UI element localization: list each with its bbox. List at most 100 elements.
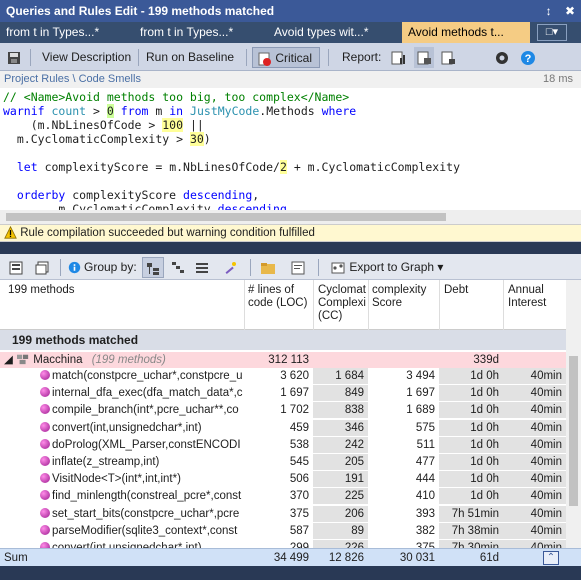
column-header-loc[interactable]: # lines of code (LOC) <box>248 284 310 310</box>
collapse-sum-button[interactable]: ⌃ <box>543 551 559 565</box>
table-row[interactable]: VisitNode<T>(int*,int,int*) 506 191 444 1d 0… <box>0 471 566 488</box>
method-icon <box>40 507 50 518</box>
column-header-name[interactable]: 199 methods <box>8 284 240 297</box>
code-text: .Methods <box>259 104 322 118</box>
code-text: , <box>252 188 260 202</box>
assembly-icon <box>17 354 29 365</box>
cell-debt: 7h 30min <box>439 540 503 548</box>
method-name: compile_branch(int*,pcre_uchar**,co <box>52 404 239 417</box>
cell-score: 382 <box>415 524 435 537</box>
view-description-button[interactable]: View Description <box>42 47 131 68</box>
column-divider[interactable] <box>439 280 440 330</box>
group-by-flat-button[interactable] <box>194 257 210 278</box>
results-toolbar: Group by: Export to Graph ▾ <box>0 254 581 280</box>
save-button[interactable] <box>6 47 22 68</box>
method-icon <box>40 524 50 535</box>
export-to-graph-button[interactable]: Export to Graph ▾ <box>330 257 443 278</box>
method-name: internal_dfa_exec(dfa_match_data*,c <box>52 387 243 400</box>
sum-debt: 61d <box>479 552 499 564</box>
collapse-all-button[interactable] <box>34 257 50 278</box>
cell-cc: 225 <box>313 488 368 505</box>
breadcrumb-link[interactable]: Project Rules \ Code Smells <box>4 73 141 85</box>
code-text: > <box>86 104 107 118</box>
splitter[interactable] <box>0 242 581 254</box>
cell-loc: 1 702 <box>280 404 309 417</box>
toolbar-divider <box>328 49 329 66</box>
tab-query-2[interactable]: from t in Types...* <box>134 22 266 43</box>
code-text: + m.CyclomaticComplexity <box>286 160 460 174</box>
method-name-cell: match(constpcre_uchar*,constpcre_u <box>40 368 244 384</box>
column-divider[interactable] <box>313 280 314 330</box>
close-icon[interactable]: ✖ <box>565 4 575 18</box>
info-button[interactable] <box>68 257 81 278</box>
expand-all-button[interactable] <box>8 257 24 278</box>
cell-debt: 1d 0h <box>439 471 503 488</box>
tree-row-assembly[interactable]: ◢ Macchina (199 methods) 312 113 339d <box>0 352 566 368</box>
cell-score: 393 <box>415 507 435 520</box>
scroll-thumb[interactable] <box>6 213 446 221</box>
highlight-button[interactable] <box>222 257 238 278</box>
tab-query-1[interactable]: from t in Types...* <box>0 22 132 43</box>
scroll-thumb[interactable] <box>569 356 578 506</box>
code-horizontal-scrollbar[interactable] <box>0 210 581 224</box>
settings-button[interactable] <box>494 47 510 68</box>
column-header-debt[interactable]: Debt <box>444 284 504 297</box>
code-keyword: where <box>321 104 357 118</box>
folder-button[interactable] <box>260 257 276 278</box>
tab-query-4[interactable]: Avoid methods t... <box>402 22 530 43</box>
tabs-dropdown-button[interactable]: □▾ <box>537 24 567 41</box>
code-identifier: JustMyCode <box>190 104 260 118</box>
cell-cc: 206 <box>313 505 368 522</box>
group-by-type-button[interactable] <box>170 257 186 278</box>
table-row[interactable]: match(constpcre_uchar*,constpcre_u 3 620 1… <box>0 368 566 384</box>
code-keyword: descending <box>183 188 253 202</box>
report-bars-button[interactable] <box>390 47 406 68</box>
table-row[interactable]: inflate(z_streamp,int) 545 205 477 1d 0h 40mi… <box>0 454 566 470</box>
report-chart-button[interactable] <box>440 47 456 68</box>
table-row[interactable]: set_start_bits(constpcre_uchar*,pcre 375 2… <box>0 505 566 522</box>
code-number: 30 <box>189 132 204 146</box>
code-keyword: from <box>120 104 149 118</box>
table-row[interactable]: parseModifier(sqlite3_context*,const 587 8… <box>0 522 566 539</box>
code-keyword: warnif <box>3 104 45 118</box>
column-header-cc[interactable]: Cyclomatic Complexity (CC) <box>318 284 366 328</box>
warning-icon <box>4 226 17 240</box>
table-row[interactable]: find_minlength(constreal_pcre*,const 370 2… <box>0 488 566 505</box>
column-header-interest[interactable]: Annual Interest <box>508 284 564 310</box>
tab-query-3[interactable]: Avoid types wit...* <box>268 22 400 43</box>
help-button[interactable]: ? <box>520 47 536 68</box>
expand-toggle-icon[interactable]: ◢ <box>4 354 13 366</box>
column-divider[interactable] <box>368 280 369 330</box>
code-text: m.CyclomaticComplexity <box>3 202 218 210</box>
code-button[interactable] <box>290 257 306 278</box>
expand-all-icon <box>9 261 23 275</box>
cell-debt: 1d 0h <box>439 454 503 470</box>
cell-loc: 3 620 <box>280 370 309 382</box>
report-document-button[interactable] <box>414 47 434 68</box>
toolbar-divider <box>60 259 61 276</box>
table-row[interactable]: convert(int,unsignedchar*,int) 299 226 375 7… <box>0 540 566 548</box>
method-name-cell: VisitNode<T>(int*,int,int*) <box>40 471 244 487</box>
pin-icon[interactable]: ↕ <box>546 4 552 18</box>
query-code-editor[interactable]: // <Name>Avoid methods too big, too comp… <box>0 88 581 210</box>
run-on-baseline-button[interactable]: Run on Baseline <box>146 47 234 68</box>
table-row[interactable]: doProlog(XML_Parser,constENCODI 538 242 511… <box>0 436 566 453</box>
critical-toggle[interactable]: Critical <box>252 47 320 68</box>
column-header-score[interactable]: complexity Score <box>372 284 438 310</box>
toolbar-divider <box>30 49 31 66</box>
grid-vertical-scrollbar[interactable] <box>566 280 581 548</box>
code-keyword: in <box>169 104 184 118</box>
table-row[interactable]: compile_branch(int*,pcre_uchar**,co 1 702… <box>0 402 566 419</box>
column-divider[interactable] <box>503 280 504 330</box>
cell-score: 1 689 <box>406 404 435 417</box>
group-by-namespace-button[interactable] <box>142 257 164 278</box>
sum-score: 30 031 <box>399 552 435 564</box>
cell-cc: 205 <box>313 454 368 470</box>
svg-text:?: ? <box>525 53 532 65</box>
method-icon <box>40 370 50 380</box>
table-row[interactable]: convert(int,unsignedchar*,int) 459 346 575 1… <box>0 419 566 436</box>
column-divider[interactable] <box>244 280 245 330</box>
code-number: 0 <box>106 104 114 118</box>
toolbar-divider <box>246 49 247 66</box>
table-row[interactable]: internal_dfa_exec(dfa_match_data*,c 1 697… <box>0 385 566 402</box>
